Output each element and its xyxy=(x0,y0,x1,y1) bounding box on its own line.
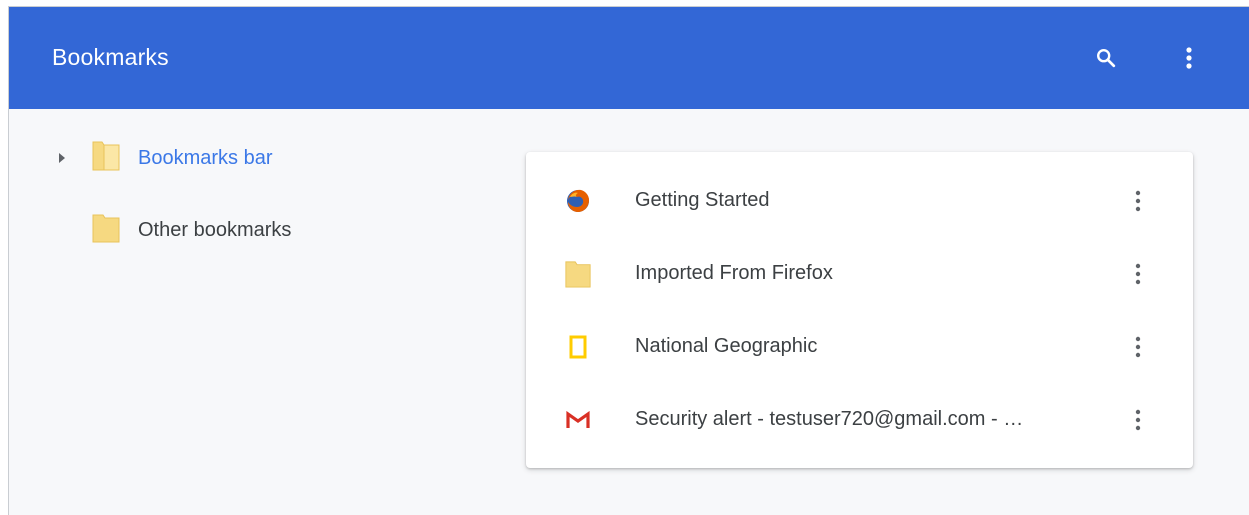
list-item[interactable]: Security alert - testuser720@gmail.com -… xyxy=(526,384,1193,456)
folder-icon xyxy=(564,260,592,288)
gmail-icon xyxy=(564,406,592,434)
item-more-button[interactable] xyxy=(1124,331,1152,363)
more-vert-icon xyxy=(1186,47,1192,69)
firefox-icon xyxy=(564,187,592,215)
bookmark-title: Security alert - testuser720@gmail.com -… xyxy=(635,408,1024,430)
bookmark-title: Getting Started xyxy=(635,189,770,211)
item-more-button[interactable] xyxy=(1124,185,1152,217)
more-vert-icon xyxy=(1135,263,1141,285)
list-item[interactable]: Imported From Firefox xyxy=(526,238,1193,310)
bookmark-title: Imported From Firefox xyxy=(635,262,833,284)
bookmark-list: Getting Started Imported From Firefox Na… xyxy=(526,152,1193,468)
page-title: Bookmarks xyxy=(52,44,169,70)
item-more-button[interactable] xyxy=(1124,404,1152,436)
folder-open-icon xyxy=(91,139,121,178)
search-button[interactable] xyxy=(1089,41,1123,75)
national-geographic-icon xyxy=(564,333,592,361)
item-more-button[interactable] xyxy=(1124,258,1152,290)
folder-icon xyxy=(91,211,121,250)
list-item[interactable]: National Geographic xyxy=(526,311,1193,383)
more-vert-icon xyxy=(1135,409,1141,431)
more-options-button[interactable] xyxy=(1172,41,1206,75)
sidebar-item-label: Bookmarks bar xyxy=(138,146,273,169)
more-vert-icon xyxy=(1135,190,1141,212)
sidebar-item-label: Other bookmarks xyxy=(138,218,292,241)
toolbar: Bookmarks xyxy=(9,7,1249,109)
list-item[interactable]: Getting Started xyxy=(526,165,1193,237)
expand-arrow-icon[interactable] xyxy=(59,153,65,163)
bookmark-title: National Geographic xyxy=(635,335,818,357)
more-vert-icon xyxy=(1135,336,1141,358)
bookmark-manager-window: Bookmarks Bookmarks bar Other bookmarks … xyxy=(8,6,1249,515)
search-icon xyxy=(1097,49,1116,68)
